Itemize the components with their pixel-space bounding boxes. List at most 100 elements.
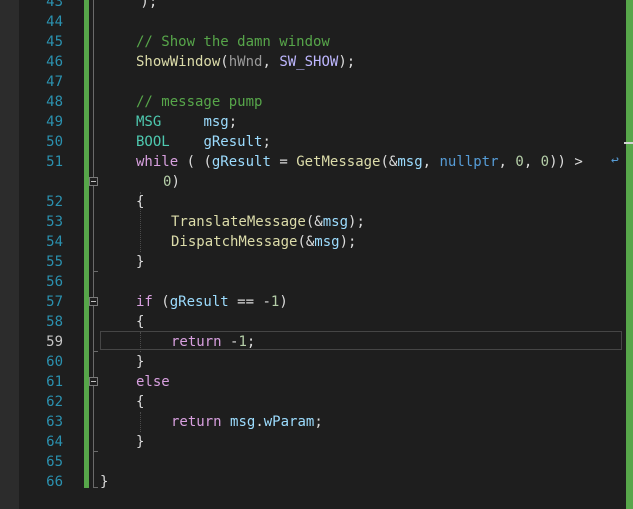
code-line[interactable]: 55 } — [0, 252, 626, 272]
type-token: BOOL — [136, 134, 170, 150]
line-number: 51 — [46, 154, 63, 170]
code-text: } — [136, 432, 144, 452]
code-line[interactable]: 56 — [0, 272, 626, 292]
code-text: // message pump — [136, 92, 262, 112]
line-number: 52 — [46, 194, 63, 210]
code-line-wrapped[interactable]: 0) — [0, 172, 626, 192]
line-number: 63 — [46, 414, 63, 430]
code-line[interactable]: 62 { — [0, 392, 626, 412]
code-line[interactable]: 57 if (gResult == -1) — [0, 292, 626, 312]
variable-token: gResult — [211, 154, 271, 170]
function-token: TranslateMessage — [171, 214, 306, 230]
code-text: { — [136, 392, 144, 412]
line-number: 44 — [46, 14, 63, 30]
code-token: ; — [246, 334, 256, 350]
code-token: ) — [279, 294, 288, 310]
line-number: 56 — [46, 274, 63, 290]
code-text: DispatchMessage(&msg); — [171, 232, 356, 252]
variable-token: msg — [203, 114, 229, 130]
line-number: 48 — [46, 94, 63, 110]
code-text: { — [136, 312, 144, 332]
comment-token: // message pump — [136, 94, 263, 110]
function-token: GetMessage — [296, 154, 381, 170]
code-line[interactable]: 47 — [0, 72, 626, 92]
code-line[interactable]: 65 — [0, 452, 626, 472]
number-token: 0 — [515, 154, 524, 170]
function-token: DispatchMessage — [171, 234, 298, 250]
code-token: - — [221, 334, 239, 350]
code-line[interactable]: 64 } — [0, 432, 626, 452]
variable-token: gResult — [169, 294, 229, 310]
code-token: , — [523, 154, 541, 170]
code-text: { — [136, 192, 144, 212]
code-token: ; — [228, 114, 238, 130]
code-token: ( — [152, 294, 170, 310]
code-token: } — [136, 254, 145, 270]
code-text: else — [136, 372, 170, 392]
variable-token: wParam — [263, 414, 315, 430]
line-number: 64 — [46, 434, 63, 450]
control-keyword-token: if — [136, 294, 153, 310]
word-wrap-arrow-icon: ↩ — [611, 153, 619, 168]
code-text: MSG msg; — [136, 112, 237, 132]
code-token: ) — [171, 174, 180, 190]
variable-token: msg — [397, 154, 423, 170]
code-text: 0) — [163, 172, 180, 192]
line-number: 50 — [46, 134, 63, 150]
scrollbar-change-marker[interactable] — [626, 0, 633, 509]
line-number: 46 — [46, 54, 63, 70]
code-token: , — [262, 54, 280, 70]
number-token: 0 — [540, 154, 550, 170]
code-line[interactable]: 51 while ( (gResult = GetMessage(&msg, n… — [0, 152, 626, 172]
code-token: ; — [314, 414, 323, 430]
code-line[interactable]: 54 DispatchMessage(&msg); — [0, 232, 626, 252]
code-line[interactable]: 48 // message pump — [0, 92, 626, 112]
code-text: } — [136, 352, 144, 372]
line-number: 45 — [46, 34, 63, 50]
control-keyword-token: return — [171, 414, 222, 430]
variable-token: gResult — [203, 134, 263, 150]
code-line[interactable]: 45 // Show the damn window — [0, 32, 626, 52]
code-text: while ( (gResult = GetMessage(&msg, null… — [136, 152, 583, 172]
code-text: return -1; — [171, 332, 255, 352]
code-token: } — [136, 354, 145, 370]
code-line[interactable]: 43 ); — [0, 0, 626, 12]
code-token: ); — [132, 0, 158, 10]
line-number: 49 — [46, 114, 63, 130]
macro-token: SW_SHOW — [279, 54, 339, 70]
code-line[interactable]: 61 else — [0, 372, 626, 392]
code-line[interactable]: 52 { — [0, 192, 626, 212]
code-text: } — [100, 472, 108, 492]
code-token: (& — [297, 234, 315, 250]
code-line[interactable]: 66 } — [0, 472, 626, 492]
line-number: 43 — [46, 0, 63, 10]
variable-token: msg — [322, 214, 349, 230]
code-editor[interactable]: 43 ); 44 45 // Show the damn window 46 S… — [0, 0, 633, 509]
code-line[interactable]: 44 — [0, 12, 626, 32]
code-line[interactable]: 50 BOOL gResult; — [0, 132, 626, 152]
code-line-active[interactable]: 59 return -1; — [0, 332, 626, 352]
control-keyword-token: else — [136, 374, 170, 390]
code-token: { — [136, 394, 145, 410]
code-line[interactable]: 53 TranslateMessage(&msg); — [0, 212, 626, 232]
line-number: 62 — [46, 394, 63, 410]
code-token: } — [136, 434, 145, 450]
code-text: ); — [132, 0, 157, 12]
code-token: ); — [348, 214, 365, 230]
line-number: 54 — [46, 234, 63, 250]
code-line[interactable]: 60 } — [0, 352, 626, 372]
code-line[interactable]: 58 { — [0, 312, 626, 332]
code-token: ( — [220, 54, 229, 70]
line-number: 57 — [46, 294, 63, 310]
code-line[interactable]: 63 return msg.wParam; — [0, 412, 626, 432]
line-number: 61 — [46, 374, 63, 390]
control-keyword-token: while — [136, 154, 179, 170]
line-number: 53 — [46, 214, 63, 230]
code-token: ( ( — [178, 154, 212, 170]
code-token: = — [270, 154, 297, 170]
number-token: 1 — [238, 334, 247, 350]
line-number: 60 — [46, 354, 63, 370]
code-line[interactable]: 46 ShowWindow(hWnd, SW_SHOW); — [0, 52, 626, 72]
code-line[interactable]: 49 MSG msg; — [0, 112, 626, 132]
